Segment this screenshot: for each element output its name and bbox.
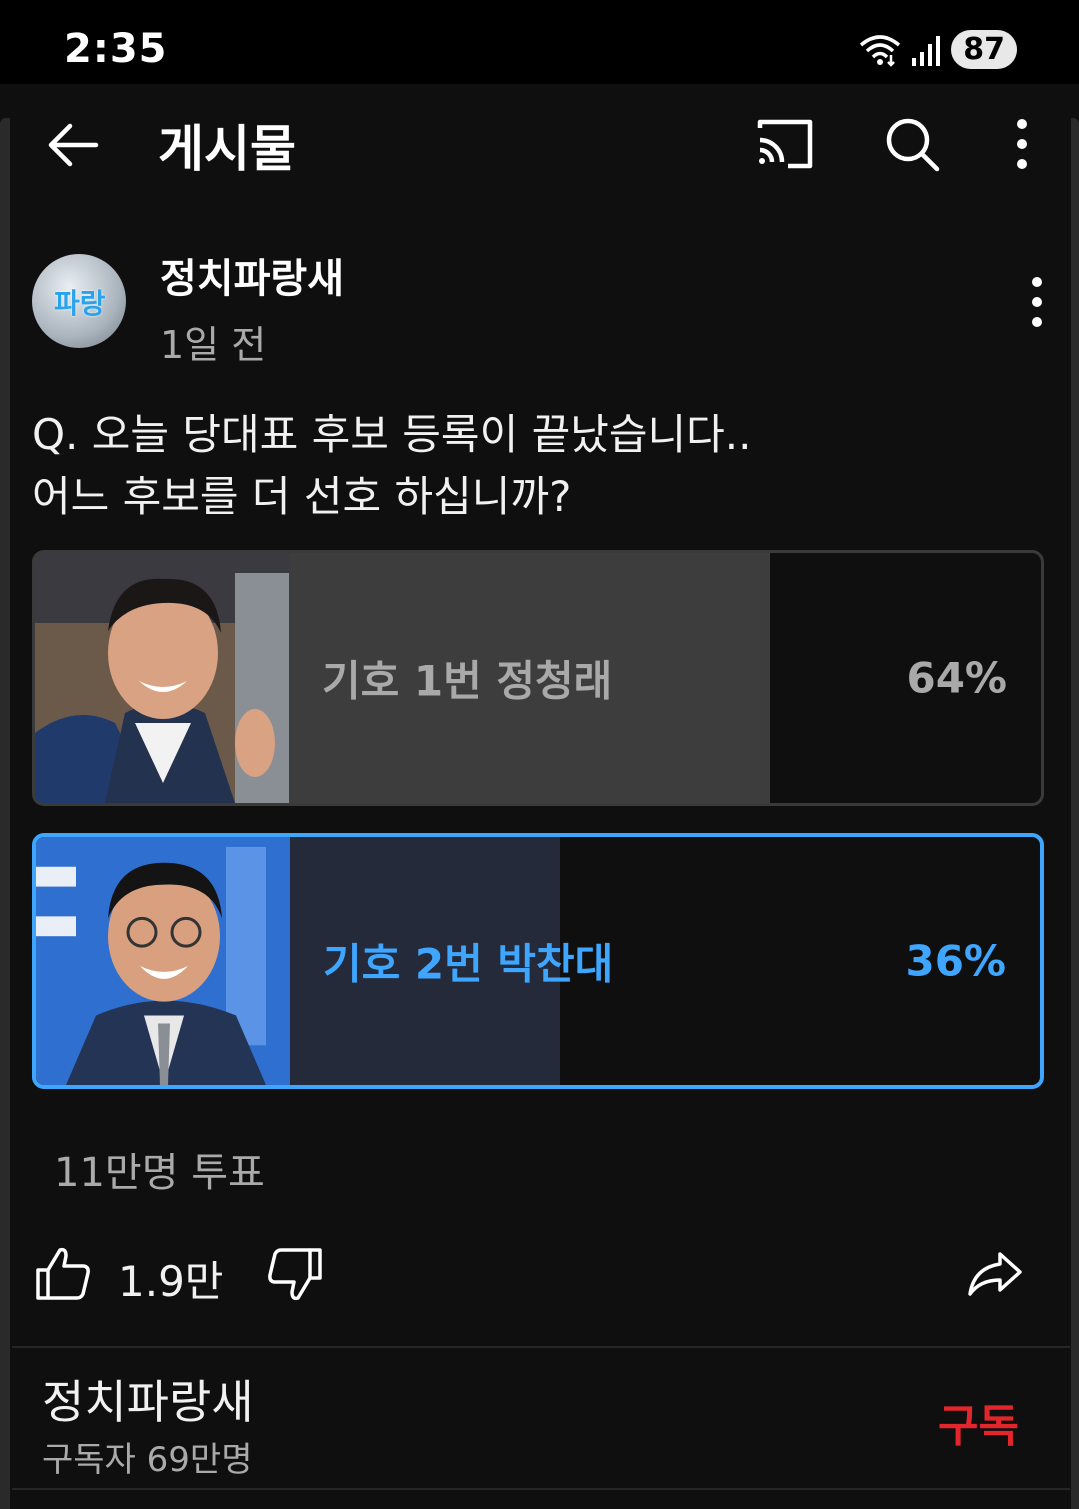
back-arrow-icon[interactable] [40, 112, 106, 178]
poll-option-1-label: 기호 1번 정청래 [322, 656, 613, 706]
poll-question: Q. 오늘 당대표 후보 등록이 끝났습니다.. 어느 후보를 더 선호 하십니… [32, 410, 752, 521]
more-vert-icon[interactable] [992, 114, 1052, 174]
poll-option-2-percent: 36% [905, 936, 1006, 986]
poll-vote-count: 11만명 투표 [54, 1150, 265, 1196]
thumb-down-icon[interactable] [266, 1246, 324, 1304]
poll-option-1[interactable]: 기호 1번 정청래 64% [32, 550, 1044, 806]
avatar-logo-text: 파랑 [54, 287, 106, 320]
post-action-row: 1.9만 [0, 1240, 1079, 1310]
signal-icon [912, 35, 941, 66]
candidate-1-photo [35, 553, 289, 803]
poll-option-2-label: 기호 2번 박찬대 [323, 939, 614, 989]
search-icon[interactable] [882, 114, 942, 174]
wifi-icon [860, 34, 901, 67]
post-time: 1일 전 [160, 323, 267, 367]
subscribe-button[interactable]: 구독 [938, 1390, 1019, 1454]
post-channel-name[interactable]: 정치파랑새 [160, 246, 344, 304]
share-icon[interactable] [966, 1244, 1024, 1302]
battery-level: 87 [951, 30, 1017, 69]
poll-option-2[interactable]: 기호 2번 박찬대 36% [32, 833, 1044, 1089]
page-title: 게시물 [158, 120, 296, 178]
cast-icon[interactable] [754, 114, 814, 174]
divider [12, 1346, 1070, 1348]
thumb-up-icon[interactable] [34, 1244, 92, 1302]
like-count: 1.9만 [118, 1257, 224, 1306]
subscriber-count: 구독자 69만명 [42, 1440, 253, 1480]
post-more-icon[interactable] [1014, 274, 1060, 330]
status-bar: 2:35 87 [0, 0, 1079, 84]
candidate-2-photo [36, 837, 290, 1085]
bottom-divider [12, 1488, 1070, 1490]
poll-option-1-percent: 64% [906, 653, 1007, 703]
status-icons: 87 [859, 30, 1017, 69]
channel-avatar[interactable]: 파랑 [32, 254, 126, 348]
subscribe-bar-channel-name[interactable]: 정치파랑새 [42, 1366, 254, 1432]
status-time: 2:35 [64, 26, 168, 72]
